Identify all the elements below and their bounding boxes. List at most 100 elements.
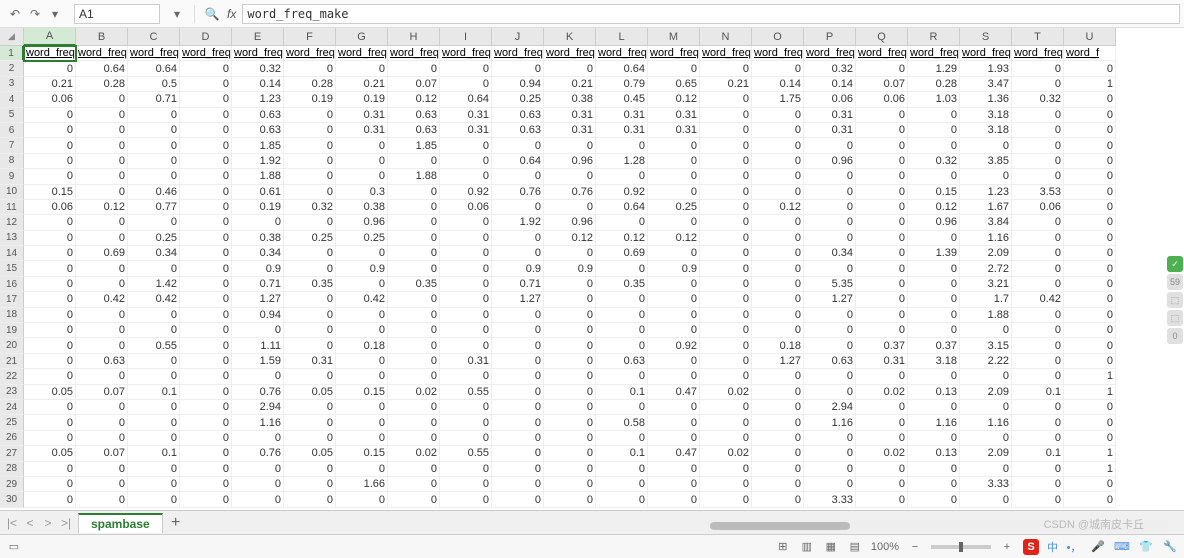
shirt-icon[interactable]: 👕 [1138,539,1154,555]
cell[interactable]: 0 [76,138,128,153]
cell[interactable]: 0.42 [76,292,128,307]
redo-icon[interactable]: ↷ [26,5,44,23]
cell[interactable]: 1.28 [596,154,648,169]
cell[interactable]: 0 [804,338,856,353]
row-header-28[interactable]: 28 [0,462,24,477]
cell[interactable]: 0 [700,400,752,415]
cell[interactable]: 0 [596,369,648,384]
cell[interactable]: 1.27 [804,292,856,307]
cell[interactable]: 0 [648,169,700,184]
cell[interactable]: 0 [76,215,128,230]
cell[interactable]: 0 [856,231,908,246]
cell[interactable]: 0.31 [804,108,856,123]
cell[interactable]: 0 [1012,323,1064,338]
cell[interactable]: 0 [960,169,1012,184]
cell[interactable]: 0 [388,154,440,169]
cell[interactable]: 0 [960,492,1012,507]
cell[interactable]: 0 [440,261,492,276]
cell[interactable]: 0 [128,369,180,384]
cell[interactable]: 0 [388,354,440,369]
cell[interactable]: 0 [24,277,76,292]
cell[interactable]: 0 [908,400,960,415]
cell[interactable]: 0 [960,431,1012,446]
cell[interactable]: 0 [648,354,700,369]
cell-header[interactable]: word_freq [1012,46,1064,61]
cell[interactable]: 0.19 [232,200,284,215]
row-header-7[interactable]: 7 [0,138,24,153]
cell[interactable]: 0 [648,154,700,169]
view-icon[interactable]: ⊞ [775,539,791,555]
cell[interactable]: 0 [388,261,440,276]
cell[interactable]: 0 [908,138,960,153]
scrollbar-thumb[interactable] [710,522,850,530]
cell[interactable]: 0 [388,185,440,200]
cell[interactable]: 0 [856,108,908,123]
cell[interactable]: 0 [700,462,752,477]
cell[interactable]: 0.15 [24,185,76,200]
cell[interactable]: 0 [544,462,596,477]
cell[interactable]: 0.06 [24,92,76,107]
cell[interactable]: 0 [752,261,804,276]
column-header-U[interactable]: U [1064,28,1116,46]
cell[interactable]: 0 [752,169,804,184]
side-badge[interactable]: ⬚ [1167,310,1183,326]
cell[interactable]: 0 [856,123,908,138]
cell[interactable]: 0 [856,415,908,430]
cell[interactable]: 0 [24,169,76,184]
cell-header[interactable]: word_freq [388,46,440,61]
cell[interactable]: 0 [856,200,908,215]
cell[interactable]: 0 [700,431,752,446]
cell[interactable]: 0 [284,492,336,507]
cell[interactable]: 0 [544,277,596,292]
column-header-A[interactable]: A [24,28,76,46]
cell[interactable]: 0 [336,431,388,446]
cell[interactable]: 0 [752,138,804,153]
cell[interactable]: 0 [24,154,76,169]
cell[interactable]: 0.05 [24,385,76,400]
cell[interactable]: 0.05 [284,385,336,400]
cell[interactable]: 0.63 [388,123,440,138]
cell[interactable]: 0 [1012,462,1064,477]
cell[interactable]: 0 [596,492,648,507]
cell[interactable]: 0 [1012,61,1064,76]
cell[interactable]: 0 [76,431,128,446]
cell[interactable]: 0.42 [1012,292,1064,307]
cell[interactable]: 0 [804,369,856,384]
cell[interactable]: 0 [1064,169,1116,184]
cell[interactable]: 0 [440,308,492,323]
row-header-10[interactable]: 10 [0,185,24,200]
cell[interactable]: 0 [856,61,908,76]
column-header-M[interactable]: M [648,28,700,46]
cell[interactable]: 0.02 [856,385,908,400]
cell[interactable]: 0 [648,492,700,507]
cell[interactable]: 0.13 [908,385,960,400]
cell[interactable]: 0.9 [492,261,544,276]
cell[interactable]: 0.63 [492,123,544,138]
cell[interactable]: 0.05 [24,446,76,461]
cell[interactable]: 3.15 [960,338,1012,353]
cell[interactable]: 0 [128,477,180,492]
cell[interactable]: 0.69 [76,246,128,261]
cell[interactable]: 0 [492,446,544,461]
cell[interactable]: 0 [24,292,76,307]
cell-header[interactable]: word_f [1064,46,1116,61]
cell[interactable]: 0 [700,169,752,184]
cell[interactable]: 1.92 [232,154,284,169]
cell[interactable]: 0.1 [128,385,180,400]
cell[interactable]: 0 [180,108,232,123]
cell[interactable]: 0 [284,369,336,384]
cell-header[interactable]: word_freq [232,46,284,61]
column-header-E[interactable]: E [232,28,284,46]
cell[interactable]: 0 [440,246,492,261]
cell[interactable]: 0 [648,477,700,492]
cell-header[interactable]: word_freq [908,46,960,61]
cell[interactable]: 0 [24,415,76,430]
cell[interactable]: 0.25 [336,231,388,246]
cell[interactable]: 0 [440,277,492,292]
cell[interactable]: 0 [700,415,752,430]
row-header-14[interactable]: 14 [0,246,24,261]
cell[interactable]: 0 [180,308,232,323]
cell[interactable]: 0 [908,492,960,507]
cell[interactable]: 0.05 [284,446,336,461]
cell[interactable]: 1.29 [908,61,960,76]
